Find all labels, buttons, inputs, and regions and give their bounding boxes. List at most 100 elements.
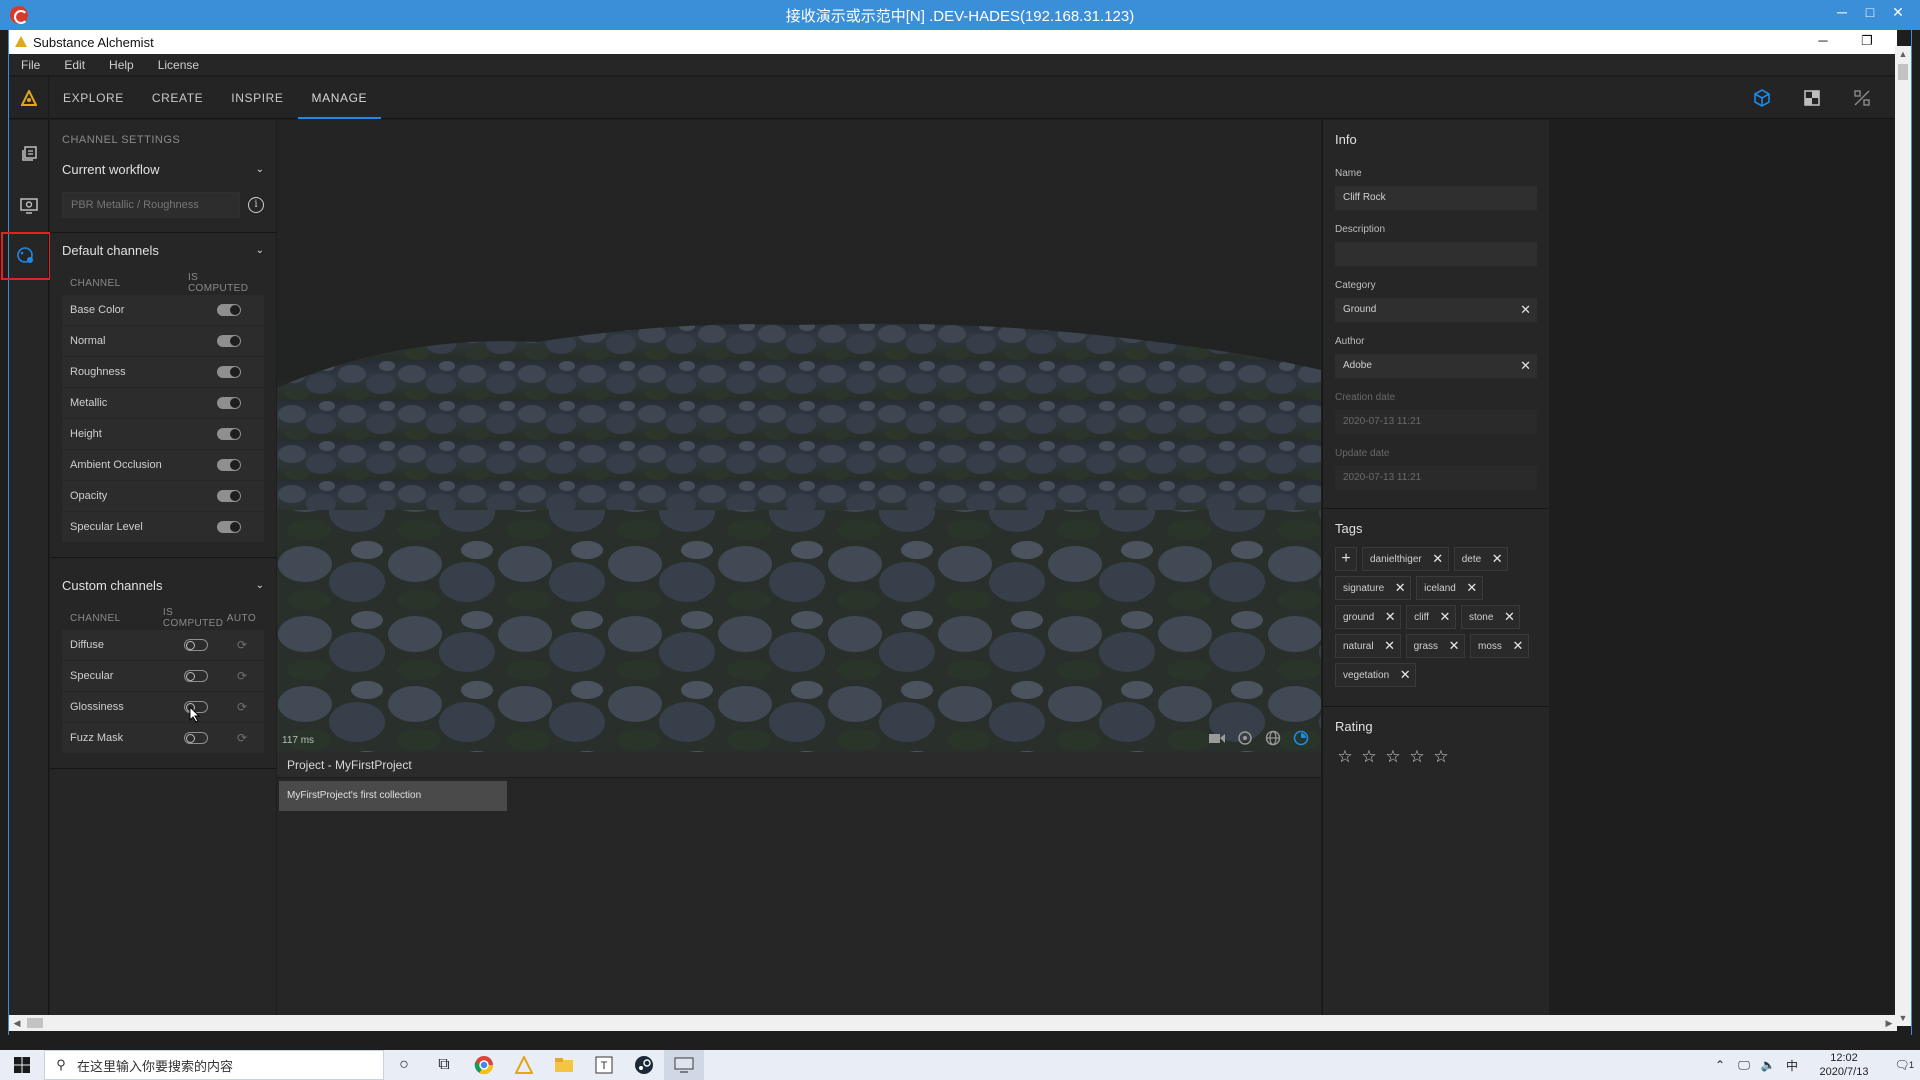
clear-category-icon[interactable]: ✕ xyxy=(1520,298,1531,322)
remove-tag-icon[interactable]: ✕ xyxy=(1462,580,1482,596)
current-workflow-header[interactable]: Current workflow ⌄ xyxy=(50,152,276,186)
author-field[interactable]: Adobe ✕ xyxy=(1335,354,1537,378)
author-label: Author xyxy=(1335,336,1365,347)
tag: dete ✕ xyxy=(1453,547,1509,571)
file-explorer-icon[interactable] xyxy=(544,1050,584,1080)
rdp-maximize-button[interactable]: □ xyxy=(1856,0,1884,26)
3d-viewport[interactable]: 117 ms xyxy=(277,120,1321,752)
menu-file[interactable]: File xyxy=(9,58,52,72)
chevron-up-icon[interactable]: ⌃ xyxy=(1708,1058,1732,1072)
remove-tag-icon[interactable]: ✕ xyxy=(1428,551,1448,567)
task-view-icon[interactable]: ⧉ xyxy=(424,1050,464,1080)
star-icon[interactable]: ☆ xyxy=(1381,747,1405,767)
computed-toggle[interactable] xyxy=(184,670,208,682)
display-settings-icon[interactable] xyxy=(9,180,49,232)
render-mode-icon[interactable] xyxy=(1287,728,1315,748)
chevron-down-icon: ⌄ xyxy=(255,244,264,256)
2d-view-icon[interactable] xyxy=(1787,77,1837,119)
alchemist-taskbar-icon[interactable] xyxy=(504,1050,544,1080)
split-view-icon[interactable] xyxy=(1837,77,1887,119)
environment-light-icon[interactable] xyxy=(1231,728,1259,748)
chrome-icon[interactable] xyxy=(464,1050,504,1080)
remove-tag-icon[interactable]: ✕ xyxy=(1380,638,1400,654)
computed-toggle[interactable] xyxy=(184,732,208,744)
3d-view-cube-icon[interactable] xyxy=(1737,77,1787,119)
default-channels-list: Base Color Normal Roughness Metallic Hei… xyxy=(62,295,264,543)
auto-sync-icon[interactable]: ⟳ xyxy=(237,700,247,714)
cortana-icon[interactable]: ○ xyxy=(384,1050,424,1080)
tab-explore[interactable]: EXPLORE xyxy=(49,77,138,119)
remove-tag-icon[interactable]: ✕ xyxy=(1380,609,1400,625)
remove-tag-icon[interactable]: ✕ xyxy=(1395,667,1415,683)
volume-icon[interactable]: 🔈 xyxy=(1756,1058,1780,1072)
tab-manage[interactable]: MANAGE xyxy=(297,77,382,119)
menu-edit[interactable]: Edit xyxy=(52,58,97,72)
computed-toggle[interactable] xyxy=(217,366,241,378)
globe-icon[interactable] xyxy=(1259,728,1287,748)
computed-toggle[interactable] xyxy=(217,397,241,409)
channel-settings-icon[interactable] xyxy=(1,232,51,280)
clear-author-icon[interactable]: ✕ xyxy=(1520,354,1531,378)
computed-toggle[interactable] xyxy=(217,490,241,502)
custom-channels-label: Custom channels xyxy=(62,577,163,593)
auto-sync-icon[interactable]: ⟳ xyxy=(237,731,247,745)
project-title: Project - MyFirstProject xyxy=(277,752,1321,778)
default-channels-label: Default channels xyxy=(62,242,159,258)
collection-item[interactable]: MyFirstProject's first collection xyxy=(279,781,507,811)
rdp-minimize-button[interactable]: ─ xyxy=(1828,0,1856,26)
menu-help[interactable]: Help xyxy=(97,58,146,72)
computed-toggle[interactable] xyxy=(217,521,241,533)
star-icon[interactable]: ☆ xyxy=(1429,747,1453,767)
channel-row: Specular ⟳ xyxy=(62,661,264,692)
category-field[interactable]: Ground ✕ xyxy=(1335,298,1537,322)
custom-channels-header[interactable]: Custom channels ⌄ xyxy=(50,568,276,602)
workflow-input[interactable]: PBR Metallic / Roughness xyxy=(62,192,240,218)
star-icon[interactable]: ☆ xyxy=(1333,747,1357,767)
rdp-close-button[interactable]: ✕ xyxy=(1884,0,1912,26)
menu-license[interactable]: License xyxy=(146,58,211,72)
computed-toggle[interactable] xyxy=(184,639,208,651)
clock[interactable]: 12:02 2020/7/13 xyxy=(1804,1051,1884,1079)
info-icon[interactable]: i xyxy=(248,197,264,213)
default-channels-header[interactable]: Default channels ⌄ xyxy=(50,233,276,267)
library-icon[interactable] xyxy=(9,128,49,180)
horizontal-scrollbar[interactable]: ◀ ▶ xyxy=(9,1015,1897,1031)
app-restore-button[interactable]: ❐ xyxy=(1845,30,1889,52)
channel-row: Specular Level xyxy=(62,512,264,543)
remove-tag-icon[interactable]: ✕ xyxy=(1499,609,1519,625)
typora-icon[interactable]: T xyxy=(584,1050,624,1080)
computed-toggle[interactable] xyxy=(217,335,241,347)
star-icon[interactable]: ☆ xyxy=(1357,747,1381,767)
vertical-scrollbar[interactable]: ▲ ▼ xyxy=(1895,46,1911,1026)
remote-desktop-taskbar-icon[interactable] xyxy=(664,1050,704,1080)
name-field[interactable]: Cliff Rock xyxy=(1335,186,1537,210)
camera-icon[interactable] xyxy=(1203,728,1231,748)
computed-toggle[interactable] xyxy=(217,428,241,440)
auto-sync-icon[interactable]: ⟳ xyxy=(237,638,247,652)
add-tag-button[interactable]: + xyxy=(1335,547,1357,571)
remove-tag-icon[interactable]: ✕ xyxy=(1444,638,1464,654)
tab-inspire[interactable]: INSPIRE xyxy=(217,77,297,119)
remove-tag-icon[interactable]: ✕ xyxy=(1487,551,1507,567)
alchemist-brand-icon[interactable] xyxy=(9,76,49,119)
remove-tag-icon[interactable]: ✕ xyxy=(1390,580,1410,596)
custom-channels-table-header: CHANNEL IS COMPUTED AUTO xyxy=(62,606,264,630)
star-icon[interactable]: ☆ xyxy=(1405,747,1429,767)
computed-toggle[interactable] xyxy=(217,459,241,471)
custom-channels-list: Diffuse ⟳ Specular ⟳ Glossiness ⟳ Fuzz Mask… xyxy=(62,630,264,754)
tab-create[interactable]: CREATE xyxy=(138,77,217,119)
computed-toggle[interactable] xyxy=(217,304,241,316)
ime-indicator[interactable]: 中 xyxy=(1780,1057,1804,1074)
description-field[interactable] xyxy=(1335,242,1537,266)
channel-row: Opacity xyxy=(62,481,264,512)
auto-sync-icon[interactable]: ⟳ xyxy=(237,669,247,683)
windows-start-icon[interactable] xyxy=(0,1050,44,1080)
rock-material-render xyxy=(277,320,1321,752)
remove-tag-icon[interactable]: ✕ xyxy=(1508,638,1528,654)
app-minimize-button[interactable]: ─ xyxy=(1801,30,1845,52)
network-icon[interactable]: 🖵 xyxy=(1732,1058,1756,1073)
steam-icon[interactable] xyxy=(624,1050,664,1080)
remove-tag-icon[interactable]: ✕ xyxy=(1435,609,1455,625)
taskbar-search-box[interactable]: ⚲ 在这里输入你要搜索的内容 xyxy=(44,1050,384,1080)
notification-center-icon[interactable]: 🗨 1 xyxy=(1884,1058,1920,1072)
